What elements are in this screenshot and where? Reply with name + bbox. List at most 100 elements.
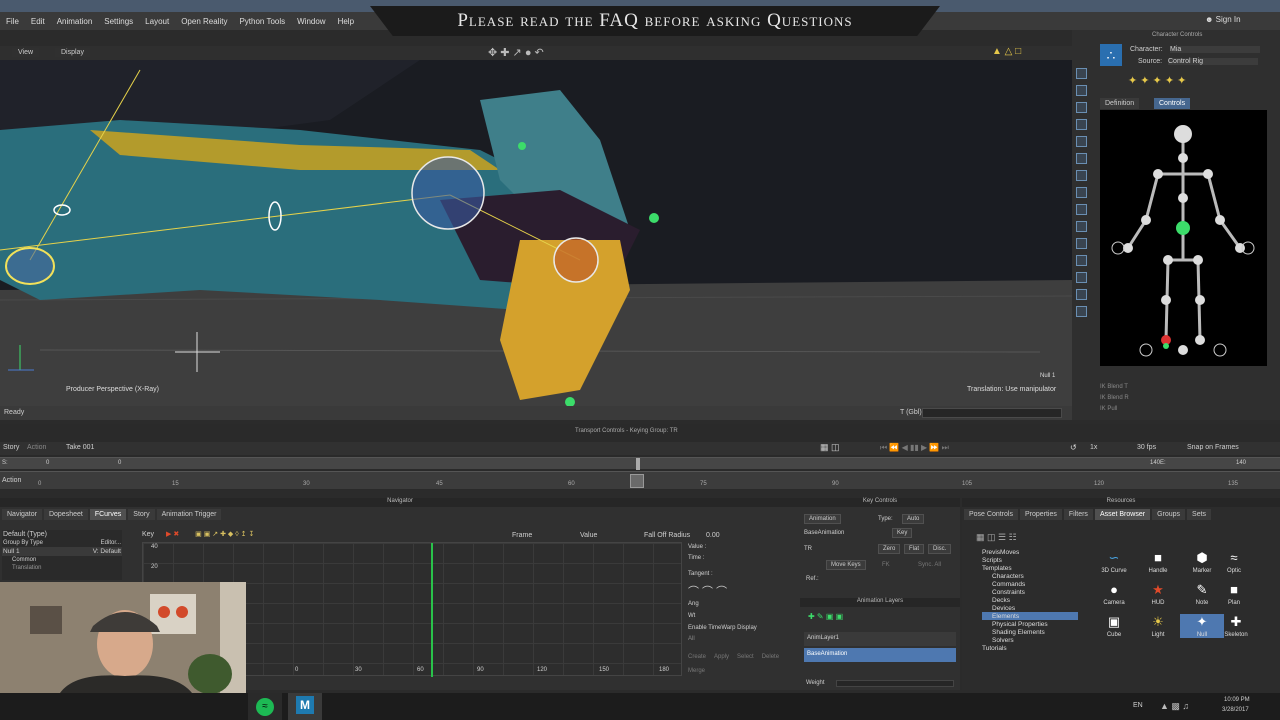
tree-item[interactable]: Decks bbox=[982, 596, 1078, 604]
common-node[interactable]: Common bbox=[2, 556, 122, 564]
menu-open-reality[interactable]: Open Reality bbox=[175, 17, 233, 26]
rotate-tool-icon[interactable] bbox=[1076, 102, 1087, 113]
tab-filters[interactable]: Filters bbox=[1063, 509, 1093, 520]
asset-handle[interactable]: ■ Handle bbox=[1136, 550, 1180, 574]
loop-icon[interactable]: ↺ bbox=[1070, 443, 1077, 452]
delete-button[interactable]: Delete bbox=[762, 654, 779, 660]
tree-item[interactable]: Tutorials bbox=[982, 644, 1078, 652]
timewarp-checkbox[interactable]: Enable TimeWarp Display bbox=[688, 625, 796, 636]
viewer-options-icon[interactable]: ▲ △ □ bbox=[992, 46, 1021, 57]
tree-item[interactable]: Templates bbox=[982, 564, 1078, 572]
tab-asset-browser[interactable]: Asset Browser bbox=[1094, 509, 1151, 520]
animation-button[interactable]: Animation bbox=[804, 514, 841, 524]
asset-hud[interactable]: ★ HUD bbox=[1136, 582, 1180, 606]
keying-group-select[interactable]: TR bbox=[804, 546, 812, 552]
weight-slider[interactable] bbox=[836, 680, 954, 687]
tangent-mode-icons[interactable]: ⌒ ⌒ ⌒ bbox=[688, 583, 796, 601]
asset-note[interactable]: ✎ Note bbox=[1180, 582, 1224, 606]
timeline[interactable]: Action 0 15 30 45 60 75 90 105 120 135 bbox=[0, 471, 1280, 489]
translation-node[interactable]: Translation bbox=[2, 564, 122, 572]
tangent-buttons-icon[interactable]: ▣ ▣ ↗ ✚ ◆ ◊ ↥ ↧ bbox=[195, 531, 254, 538]
editor-button[interactable]: Editor... bbox=[101, 540, 121, 546]
asset-null-selected[interactable]: ✦ Null bbox=[1180, 614, 1224, 638]
speed-select[interactable]: 1x bbox=[1090, 444, 1097, 451]
key-tool-icon[interactable] bbox=[1076, 153, 1087, 164]
layer-row-animlayer1[interactable]: AnimLayer1 bbox=[804, 632, 956, 646]
playhead[interactable] bbox=[630, 474, 644, 488]
group-by-label[interactable]: Group By Type bbox=[3, 540, 43, 546]
sign-in-link[interactable]: ☻ Sign In bbox=[1205, 15, 1241, 24]
tab-dopesheet[interactable]: Dopesheet bbox=[43, 509, 88, 520]
menu-animation[interactable]: Animation bbox=[51, 17, 99, 26]
tree-item[interactable]: PrevisMoves bbox=[982, 548, 1078, 556]
layer-select[interactable]: BaseAnimation bbox=[804, 530, 844, 536]
asset-skeleton[interactable]: ✚ Skeleton bbox=[1224, 614, 1248, 638]
tab-groups[interactable]: Groups bbox=[1152, 509, 1186, 520]
language-indicator[interactable]: EN bbox=[1133, 702, 1143, 709]
snap-select[interactable]: Snap on Frames bbox=[1187, 444, 1239, 451]
node-null-1[interactable]: Null 1 bbox=[3, 548, 20, 555]
start-field[interactable]: 0 bbox=[46, 460, 49, 466]
asset-light[interactable]: ☀ Light bbox=[1136, 614, 1180, 638]
menu-file[interactable]: File bbox=[0, 17, 25, 26]
asset-cube[interactable]: ▣ Cube bbox=[1092, 614, 1136, 638]
spotify-taskbar-icon[interactable]: ≈ bbox=[248, 693, 282, 720]
rig-tools-icon[interactable]: ✦ ✦ ✦ ✦ ✦ bbox=[1128, 74, 1186, 87]
mirror-icon[interactable] bbox=[1076, 221, 1087, 232]
source-select[interactable]: Control Rig bbox=[1168, 58, 1258, 65]
menu-help[interactable]: Help bbox=[332, 17, 360, 26]
layer-tools-icon[interactable]: ✚ ✎ ▣ ▣ bbox=[808, 612, 843, 621]
asset-view-icons[interactable]: ▦ ◫ ☰ ☷ bbox=[976, 532, 1017, 543]
flat-button[interactable]: Flat bbox=[904, 544, 925, 554]
pin-icon[interactable] bbox=[1076, 204, 1087, 215]
frame-icon[interactable] bbox=[1076, 306, 1087, 317]
tab-navigator[interactable]: Navigator bbox=[2, 509, 42, 520]
transform-tools-icon[interactable]: ✥ ✚ ↗ ● ↶ bbox=[488, 46, 544, 59]
menu-python-tools[interactable]: Python Tools bbox=[233, 17, 291, 26]
end-field[interactable]: 140 bbox=[1150, 460, 1160, 466]
asset-plane[interactable]: ■ Plan bbox=[1224, 582, 1244, 606]
tab-definition[interactable]: Definition bbox=[1100, 98, 1140, 109]
scale-tool-icon[interactable] bbox=[1076, 119, 1087, 130]
display-menu[interactable]: Display bbox=[55, 48, 90, 57]
asset-marker[interactable]: ⬢ Marker bbox=[1180, 550, 1224, 574]
menu-window[interactable]: Window bbox=[291, 17, 331, 26]
select-tool-icon[interactable] bbox=[1076, 68, 1087, 79]
end-field-2[interactable]: 140 bbox=[1236, 460, 1246, 466]
asset-optic[interactable]: ≈ Optic bbox=[1224, 550, 1244, 574]
menu-layout[interactable]: Layout bbox=[139, 17, 175, 26]
tree-item[interactable]: Devices bbox=[982, 604, 1078, 612]
clock-date[interactable]: 3/28/2017 bbox=[1222, 707, 1249, 713]
coordinate-fields[interactable] bbox=[922, 408, 1062, 418]
timeline-top-cursor[interactable] bbox=[636, 458, 640, 470]
character-figure-view[interactable] bbox=[1100, 110, 1267, 366]
disc-button[interactable]: Disc. bbox=[928, 544, 952, 554]
menu-settings[interactable]: Settings bbox=[98, 17, 139, 26]
release-icon[interactable] bbox=[1076, 272, 1087, 283]
asset-camera[interactable]: ● Camera bbox=[1092, 582, 1136, 606]
tab-properties[interactable]: Properties bbox=[1019, 509, 1062, 520]
zero-button[interactable]: Zero bbox=[878, 544, 901, 554]
start-field-2[interactable]: 0 bbox=[118, 460, 121, 466]
tab-pose-controls[interactable]: Pose Controls bbox=[964, 509, 1018, 520]
take-select[interactable]: Take 001 bbox=[66, 444, 94, 451]
menu-edit[interactable]: Edit bbox=[25, 17, 51, 26]
body-part-icon[interactable] bbox=[1076, 170, 1087, 181]
falloff-field[interactable]: 0.00 bbox=[706, 532, 720, 539]
layer-row-baseanimation[interactable]: BaseAnimation bbox=[804, 648, 956, 662]
layout-icon[interactable]: ▦ ◫ bbox=[820, 442, 840, 453]
view-menu[interactable]: View bbox=[12, 48, 40, 57]
tree-item[interactable]: Scripts bbox=[982, 556, 1078, 564]
motionbuilder-taskbar-icon[interactable]: M bbox=[288, 693, 322, 720]
tab-story[interactable]: Story bbox=[128, 509, 155, 520]
key-button[interactable]: Key bbox=[892, 528, 913, 538]
tree-item-selected[interactable]: Elements bbox=[982, 612, 1078, 620]
stiffness-icon[interactable] bbox=[1076, 255, 1087, 266]
pivot-tool-icon[interactable] bbox=[1076, 136, 1087, 147]
asset-3d-curve[interactable]: ∽ 3D Curve bbox=[1092, 550, 1136, 574]
tab-fcurves[interactable]: FCurves bbox=[89, 509, 127, 520]
tab-sets[interactable]: Sets bbox=[1187, 509, 1212, 520]
reach-icon[interactable] bbox=[1076, 289, 1087, 300]
merge-button[interactable]: Merge bbox=[688, 668, 705, 674]
translate-tool-icon[interactable] bbox=[1076, 85, 1087, 96]
